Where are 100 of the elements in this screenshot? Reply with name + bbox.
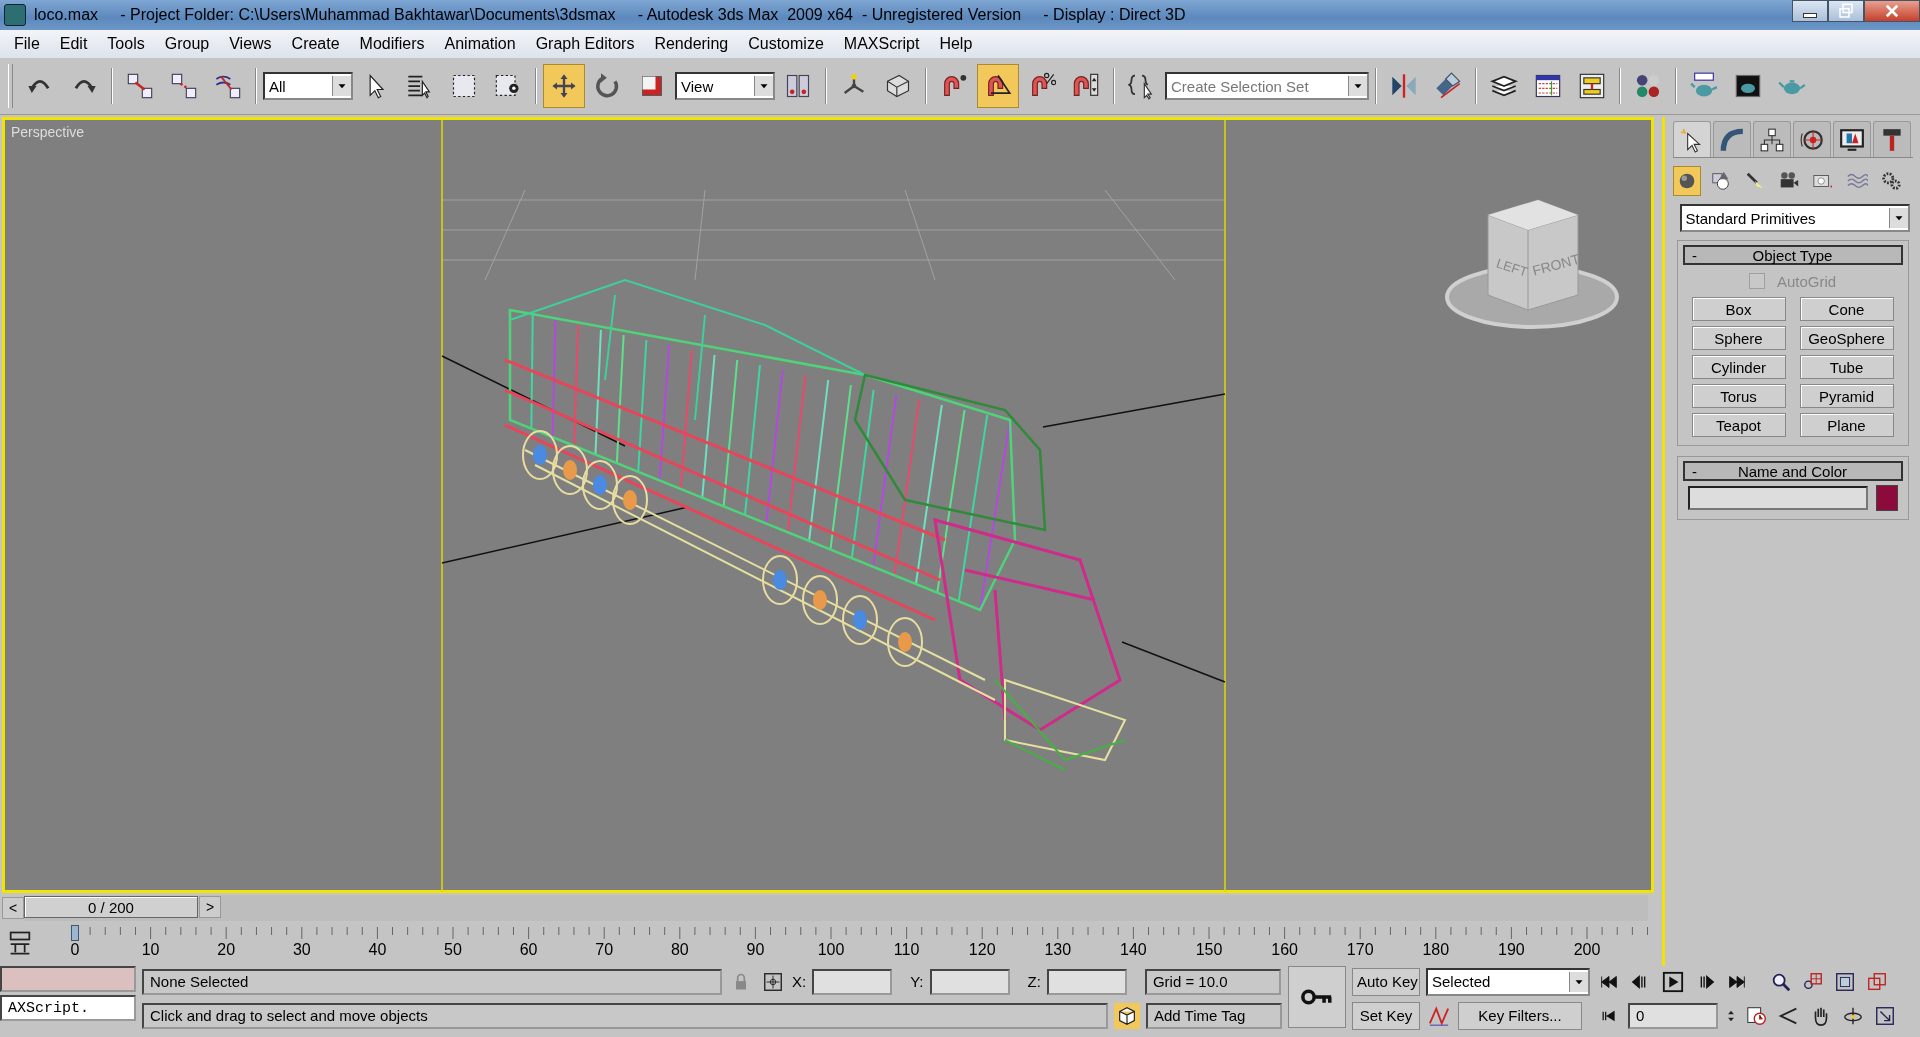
- coordinate-field[interactable]: [1046, 968, 1127, 995]
- zoom-extents-all-icon: [1866, 970, 1888, 993]
- frame-number: 180: [1422, 941, 1450, 960]
- time-slider[interactable]: 0 / 200: [24, 896, 198, 919]
- close-button[interactable]: [1864, 0, 1920, 22]
- zoom-extents-icon: [1834, 970, 1856, 993]
- move-button[interactable]: [543, 64, 585, 108]
- menu-item[interactable]: Create: [281, 33, 350, 55]
- menu-item[interactable]: MAXScript: [833, 33, 930, 55]
- frame-number: 200: [1573, 941, 1601, 960]
- frame-number: 130: [1044, 941, 1072, 960]
- frame-number: 0: [70, 941, 80, 960]
- coordinate-label: Z:: [1027, 973, 1041, 990]
- category-dropdown[interactable]: Standard Primitives: [1679, 204, 1910, 232]
- grid-field: Grid = 10.0: [1144, 968, 1281, 995]
- frame-number: 80: [670, 941, 689, 960]
- frame-field[interactable]: 0: [1628, 1002, 1718, 1029]
- time-tag-field[interactable]: Add Time Tag: [1146, 1002, 1282, 1029]
- primitive-button[interactable]: Sphere: [1691, 326, 1786, 350]
- key-mode-dropdown[interactable]: Selected: [1426, 967, 1590, 996]
- primitive-button[interactable]: Cylinder: [1691, 355, 1786, 379]
- coordinate-field[interactable]: [929, 968, 1010, 995]
- cube-icon: [1116, 1004, 1138, 1027]
- coordinate-label: Y:: [910, 973, 924, 990]
- category-button[interactable]: [1672, 166, 1701, 196]
- panel-tab[interactable]: [1792, 121, 1831, 157]
- menu-item[interactable]: Graph Editors: [525, 33, 645, 55]
- primitive-button[interactable]: Pyramid: [1799, 384, 1894, 408]
- panel-tab[interactable]: [1832, 121, 1871, 157]
- time-tag-button[interactable]: [1114, 1002, 1140, 1029]
- schematic-icon: [1578, 72, 1606, 100]
- menu-item[interactable]: Customize: [738, 33, 834, 55]
- menu-item[interactable]: Animation: [434, 33, 526, 55]
- angle-magnet-button[interactable]: [977, 64, 1019, 108]
- menu-item[interactable]: Modifiers: [349, 33, 435, 55]
- frame-number: 140: [1120, 941, 1147, 960]
- panel-tab[interactable]: [1672, 121, 1711, 157]
- set-key-mode-button[interactable]: Set Key: [1352, 1001, 1420, 1030]
- clock-icon: [1746, 1004, 1768, 1027]
- menu-item[interactable]: Tools: [97, 33, 155, 55]
- frame-number: 90: [746, 941, 765, 960]
- menu-item[interactable]: File: [4, 33, 50, 55]
- menu-item[interactable]: Help: [929, 33, 983, 55]
- minimize-button[interactable]: [1792, 0, 1828, 22]
- tangent-curve-icon: [1428, 1004, 1450, 1027]
- frame-number: 150: [1195, 941, 1223, 960]
- monitor-icon: [1838, 126, 1865, 153]
- hierarchy-icon: [1758, 126, 1785, 153]
- frame-number: 20: [217, 941, 236, 960]
- next-button[interactable]: >: [199, 896, 221, 919]
- time-marker[interactable]: [71, 925, 79, 942]
- primitive-button[interactable]: Plane: [1799, 413, 1894, 437]
- framed-teapot-icon: [1734, 72, 1762, 100]
- selection-filter-dropdown[interactable]: View: [675, 72, 775, 100]
- primitive-button[interactable]: GeoSphere: [1799, 326, 1894, 350]
- panel-tab[interactable]: [1872, 121, 1911, 157]
- color-swatch[interactable]: [1875, 485, 1898, 511]
- selection-filter-dropdown[interactable]: All: [263, 72, 353, 100]
- unlink-icon: [170, 72, 198, 100]
- primitive-button[interactable]: Cone: [1799, 297, 1894, 321]
- primitive-button[interactable]: Tube: [1799, 355, 1894, 379]
- move-icon: [550, 72, 578, 100]
- frame-number: 190: [1498, 941, 1525, 960]
- checkbox-label: AutoGrid: [1776, 272, 1837, 290]
- primitive-button[interactable]: Torus: [1691, 384, 1786, 408]
- primitive-button[interactable]: Teapot: [1691, 413, 1786, 437]
- panel-tab[interactable]: [1752, 121, 1791, 157]
- restore-button[interactable]: [1828, 0, 1864, 22]
- menu-item[interactable]: Edit: [49, 33, 98, 55]
- listener-output-field[interactable]: [0, 966, 136, 992]
- maximize-icon: [1874, 1004, 1896, 1027]
- coordinate-field[interactable]: [812, 968, 893, 995]
- frame-number: 110: [893, 941, 920, 960]
- gears-icon: [1879, 170, 1902, 192]
- selection-set-field[interactable]: Create Selection Set: [1165, 72, 1369, 100]
- set-key-button[interactable]: [1288, 966, 1346, 1028]
- menu-item[interactable]: Rendering: [644, 33, 739, 55]
- frame-number: 170: [1346, 941, 1374, 960]
- primitive-button[interactable]: Box: [1691, 297, 1786, 321]
- menu-item[interactable]: Views: [219, 33, 282, 55]
- frame-number: 40: [368, 941, 387, 960]
- menu-item[interactable]: Group: [154, 33, 220, 55]
- rollout-header[interactable]: - Object Type: [1682, 245, 1903, 265]
- key-filters-button[interactable]: Key Filters...: [1458, 1001, 1582, 1030]
- app-icon: [4, 4, 26, 26]
- auto-key-button[interactable]: Auto Key: [1352, 967, 1420, 996]
- coordinate-label: X:: [792, 973, 807, 990]
- previous-button[interactable]: <: [2, 897, 24, 920]
- mirror-icon: [1390, 72, 1418, 100]
- listener-input-field[interactable]: AXScript.: [0, 995, 136, 1021]
- align-icon: [1434, 72, 1462, 100]
- name-field[interactable]: [1687, 486, 1868, 510]
- rollout-header[interactable]: - Name and Color: [1682, 461, 1903, 481]
- prompt-field: Click and drag to select and move objects: [142, 1002, 1108, 1029]
- curve-icon: [1718, 126, 1745, 153]
- restore-icon: [1837, 2, 1855, 20]
- rectangle-select-icon: [450, 72, 478, 100]
- close-icon: [1883, 2, 1901, 20]
- frame-number: 10: [141, 941, 160, 960]
- frame-number: 70: [595, 941, 614, 960]
